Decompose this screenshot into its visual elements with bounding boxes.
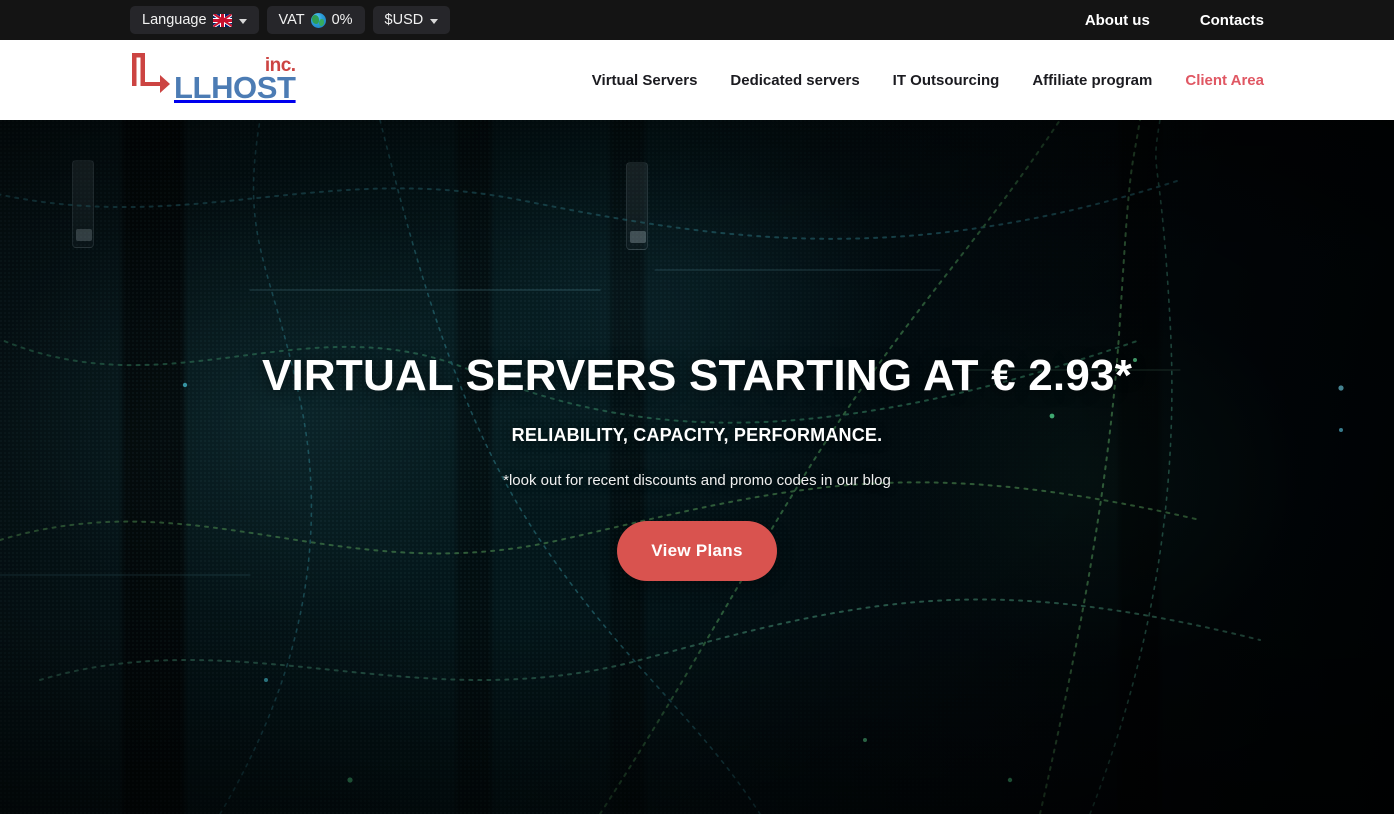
hero-slider: VIRTUAL SERVERS STARTING AT € 2.93* RELI… [0,120,1394,814]
nav-item-virtual-servers[interactable]: Virtual Servers [592,72,698,89]
logo-word: LLHOST [174,70,296,105]
nav-item-affiliate-program[interactable]: Affiliate program [1032,72,1152,89]
top-utility-controls: Language VAT 0% $USD [130,6,451,34]
vat-value: 0% [331,11,353,28]
view-plans-button[interactable]: View Plans [617,521,777,582]
globe-icon [310,12,326,28]
top-utility-bar: Language VAT 0% $USD About us Contacts [0,0,1394,40]
nav-item-it-outsourcing[interactable]: IT Outsourcing [893,72,1000,89]
main-navigation: Virtual Servers Dedicated servers IT Out… [592,72,1264,89]
currency-label: $USD [384,11,424,28]
nav-item-dedicated-servers[interactable]: Dedicated servers [730,72,859,89]
logo-suffix: inc. [264,55,296,76]
top-link-about-us[interactable]: About us [1085,12,1150,29]
logo-wordmark: inc. LLHOST [174,56,296,105]
uk-flag-icon [212,13,232,27]
l-arrow-logo-icon [130,51,172,102]
site-header: inc. LLHOST Virtual Servers Dedicated se… [0,40,1394,120]
currency-selector[interactable]: $USD [372,6,451,34]
hero-headline: VIRTUAL SERVERS STARTING AT € 2.93* [261,351,1133,400]
site-logo[interactable]: inc. LLHOST [130,53,296,105]
hero-content: VIRTUAL SERVERS STARTING AT € 2.93* RELI… [0,120,1394,814]
chevron-down-icon [238,18,247,24]
vat-label: VAT [278,11,305,28]
vat-selector[interactable]: VAT 0% [266,6,365,34]
language-selector-label: Language [142,11,207,28]
hero-footnote: *look out for recent discounts and promo… [503,472,891,490]
nav-item-client-area[interactable]: Client Area [1185,72,1264,89]
language-selector[interactable]: Language [130,6,259,34]
chevron-down-icon [430,18,439,24]
top-link-contacts[interactable]: Contacts [1200,12,1264,29]
top-utility-links: About us Contacts [1085,12,1264,29]
hero-subheadline: RELIABILITY, CAPACITY, PERFORMANCE. [511,425,883,446]
